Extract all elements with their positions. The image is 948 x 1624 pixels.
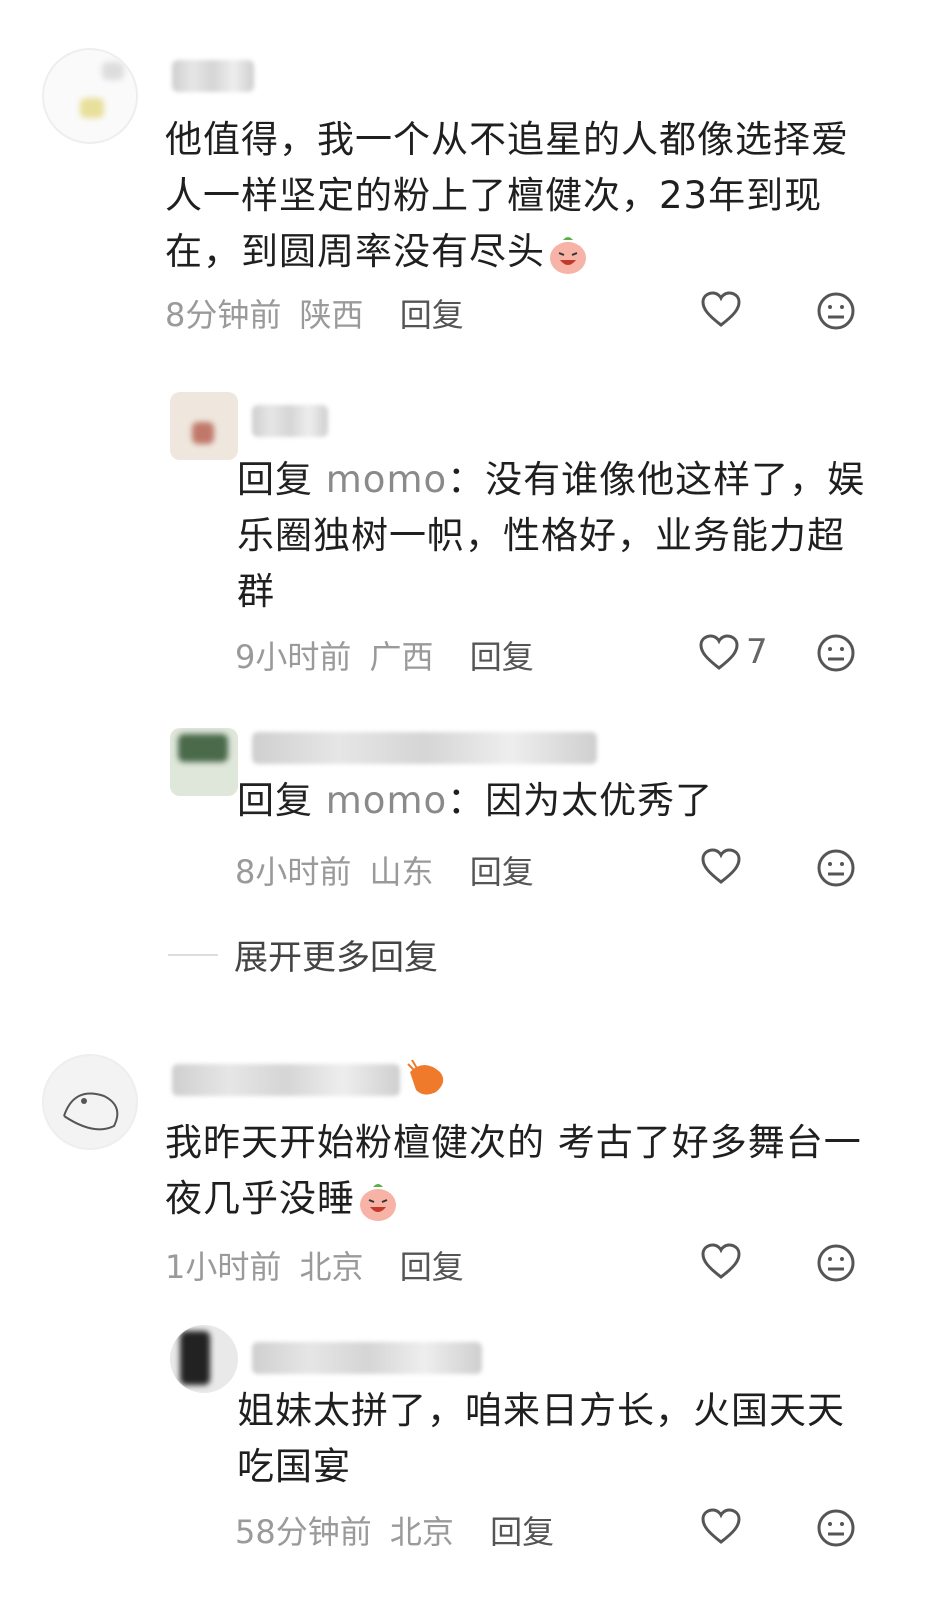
neutral-face-icon[interactable] xyxy=(815,290,857,332)
comment-meta: 8小时前 山东 回复 xyxy=(235,847,534,893)
neutral-face-icon[interactable] xyxy=(815,1507,857,1549)
mention[interactable]: momo xyxy=(326,779,447,822)
username[interactable] xyxy=(252,405,328,437)
timestamp: 8分钟前 xyxy=(165,296,282,334)
reply-text: 姐妹太拼了，咱来日方长，火国天天吃国宴 xyxy=(237,1389,845,1488)
comment-meta: 9小时前 广西 回复 xyxy=(235,632,534,678)
avatar-sketch-icon xyxy=(63,1092,119,1131)
heart-outline-icon xyxy=(701,848,741,884)
heart-outline-icon xyxy=(701,1508,741,1544)
avatar[interactable] xyxy=(42,1054,138,1150)
laughing-tomato-emoji-icon xyxy=(360,1183,396,1221)
timestamp: 9小时前 xyxy=(235,638,352,676)
username[interactable] xyxy=(172,60,254,92)
reply-button[interactable]: 回复 xyxy=(470,853,534,891)
like-button[interactable] xyxy=(700,1242,748,1280)
location: 山东 xyxy=(369,853,434,891)
comment-meta: 1小时前 北京 回复 xyxy=(165,1242,464,1288)
username[interactable] xyxy=(172,1064,400,1096)
like-button[interactable]: 7 xyxy=(698,632,768,672)
reply-button[interactable]: 回复 xyxy=(400,296,464,334)
heart-outline-icon xyxy=(699,634,739,670)
laughing-tomato-emoji-icon xyxy=(550,236,586,274)
username[interactable] xyxy=(252,732,597,764)
neutral-face-icon[interactable] xyxy=(815,847,857,889)
timestamp: 8小时前 xyxy=(235,853,352,891)
comment-text: 我昨天开始粉檀健次的 考古了好多舞台一夜几乎没睡 xyxy=(165,1115,865,1227)
timestamp: 58分钟前 xyxy=(235,1513,372,1551)
username[interactable] xyxy=(252,1342,482,1374)
like-count: 7 xyxy=(746,632,768,672)
location: 北京 xyxy=(299,1248,364,1286)
location: 广西 xyxy=(369,638,434,676)
comment-meta: 58分钟前 北京 回复 xyxy=(235,1507,554,1553)
heart-outline-icon xyxy=(701,291,741,327)
location: 北京 xyxy=(389,1513,454,1551)
neutral-face-icon[interactable] xyxy=(815,632,857,674)
mention[interactable]: momo xyxy=(326,458,447,501)
reply-text: 回复 momo：没有谁像他这样了，娱乐圈独树一帜，性格好，业务能力超群 xyxy=(237,458,866,613)
heart-outline-icon xyxy=(701,1243,741,1279)
location: 陕西 xyxy=(299,296,364,334)
reply-button[interactable]: 回复 xyxy=(490,1513,554,1551)
avatar[interactable] xyxy=(170,392,238,460)
reply-button[interactable]: 回复 xyxy=(470,638,534,676)
avatar[interactable] xyxy=(170,728,238,796)
expand-more-label: 展开更多回复 xyxy=(234,938,438,978)
neutral-face-icon[interactable] xyxy=(815,1242,857,1284)
divider xyxy=(168,953,218,956)
like-button[interactable] xyxy=(700,847,748,885)
avatar[interactable] xyxy=(42,48,138,144)
reply-text: 回复 momo：因为太优秀了 xyxy=(237,779,714,822)
comment-meta: 8分钟前 陕西 回复 xyxy=(165,290,464,336)
expand-more-replies-button[interactable]: 展开更多回复 xyxy=(168,930,438,979)
reply-button[interactable]: 回复 xyxy=(400,1248,464,1286)
like-button[interactable] xyxy=(700,290,748,328)
like-button[interactable] xyxy=(700,1507,748,1545)
shrimp-icon xyxy=(407,1059,444,1095)
comment-text: 他值得，我一个从不追星的人都像选择爱人一样坚定的粉上了檀健次，23年到现在，到圆… xyxy=(165,112,865,280)
timestamp: 1小时前 xyxy=(165,1248,282,1286)
avatar[interactable] xyxy=(170,1325,238,1393)
